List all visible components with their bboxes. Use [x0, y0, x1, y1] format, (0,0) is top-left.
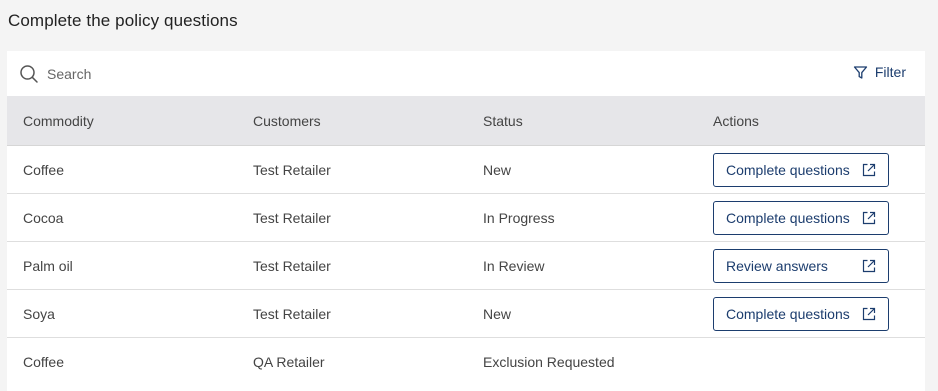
actions-cell: Complete questions — [697, 152, 925, 187]
customer-cell: Test Retailer — [253, 305, 331, 322]
actions-cell: Complete questions — [697, 296, 925, 331]
table-row: Soya Test Retailer New Complete question… — [7, 290, 925, 338]
customer-cell: Test Retailer — [253, 161, 331, 178]
commodity-cell: Soya — [23, 305, 55, 322]
commodity-cell: Coffee — [23, 354, 64, 370]
table-toolbar: Filter — [7, 51, 925, 96]
table-row: Coffee Test Retailer New Complete questi… — [7, 146, 925, 194]
status-cell: In Progress — [483, 209, 555, 226]
action-button-label: Complete questions — [726, 161, 850, 178]
actions-cell: Complete questions — [697, 200, 925, 235]
action-button-label: Review answers — [726, 257, 828, 274]
page-title: Complete the policy questions — [8, 11, 238, 30]
commodity-cell: Cocoa — [23, 209, 64, 226]
column-header-actions: Actions — [713, 112, 759, 129]
status-cell: In Review — [483, 257, 545, 274]
table-row: Coffee QA Retailer Exclusion Requested — [7, 338, 925, 386]
actions-cell: Review answers — [697, 248, 925, 283]
external-link-icon — [862, 259, 876, 272]
table-row: Palm oil Test Retailer In Review Review … — [7, 242, 925, 290]
customer-cell: Test Retailer — [253, 257, 331, 274]
search-icon — [20, 65, 38, 83]
filter-icon — [853, 65, 868, 79]
filter-button[interactable]: Filter — [853, 64, 906, 80]
complete-questions-button[interactable]: Complete questions — [713, 296, 889, 331]
search-input[interactable] — [47, 63, 347, 85]
external-link-icon — [862, 307, 876, 320]
filter-label: Filter — [874, 64, 906, 80]
status-cell: New — [483, 305, 512, 322]
action-button-label: Complete questions — [726, 209, 850, 226]
column-header-customers[interactable]: Customers — [237, 113, 467, 129]
action-button-label: Complete questions — [726, 305, 850, 322]
review-answers-button[interactable]: Review answers — [713, 248, 889, 283]
customer-cell: QA Retailer — [253, 354, 325, 370]
table-header: Commodity Customers Status Actions — [7, 96, 925, 146]
status-cell: New — [483, 161, 512, 178]
column-header-commodity[interactable]: Commodity — [7, 113, 237, 129]
complete-questions-button[interactable]: Complete questions — [713, 152, 889, 187]
external-link-icon — [862, 211, 876, 224]
status-cell: Exclusion Requested — [483, 354, 615, 370]
commodity-cell: Palm oil — [23, 257, 73, 274]
column-header-status[interactable]: Status — [467, 113, 697, 129]
customer-cell: Test Retailer — [253, 209, 331, 226]
external-link-icon — [862, 163, 876, 176]
complete-questions-button[interactable]: Complete questions — [713, 200, 889, 235]
commodity-cell: Coffee — [23, 161, 64, 178]
questions-table-card: Filter Commodity Customers Status Action… — [7, 51, 925, 391]
table-row: Cocoa Test Retailer In Progress Complete… — [7, 194, 925, 242]
